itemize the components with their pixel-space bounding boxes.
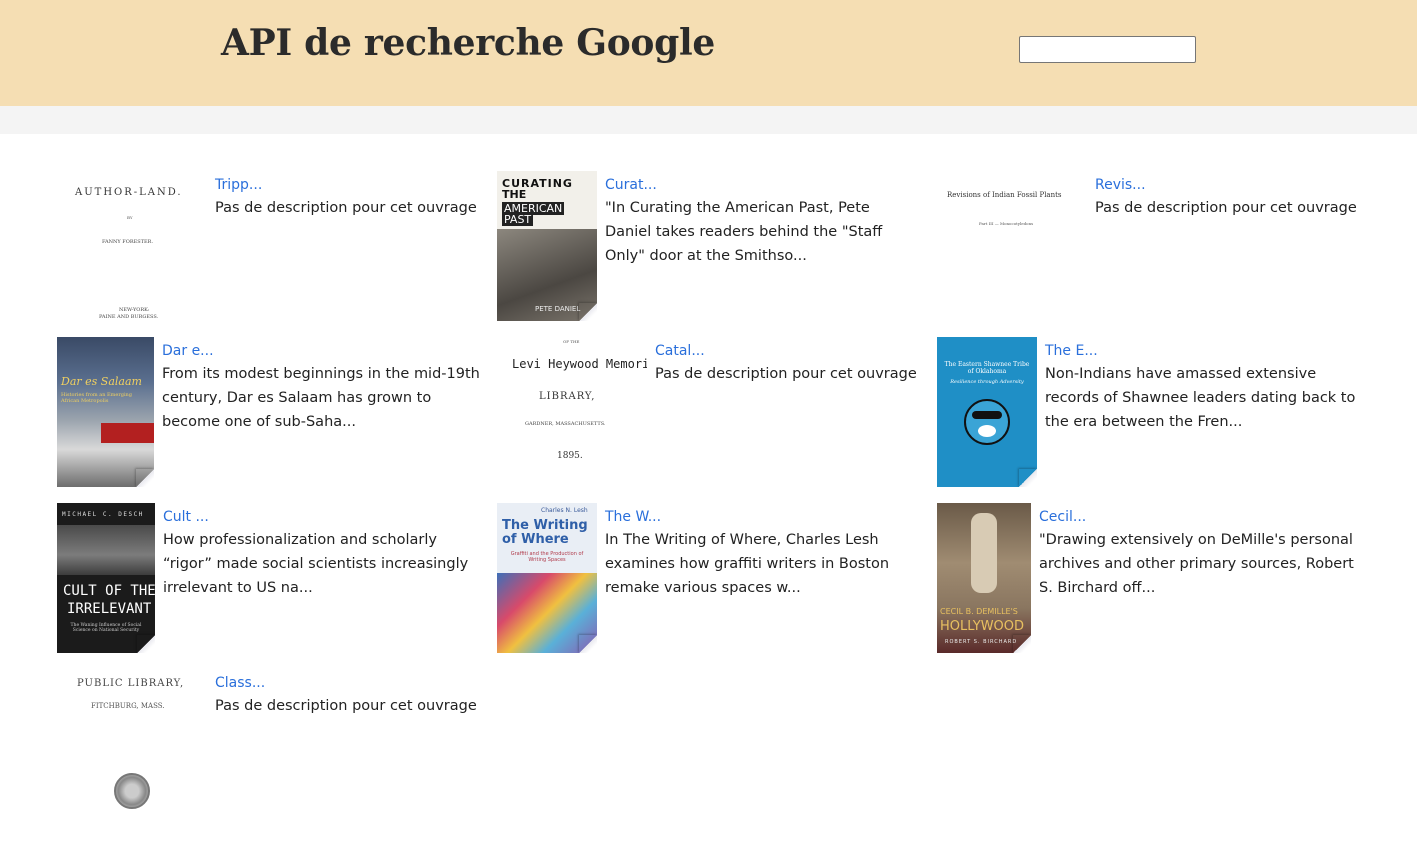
book-cover[interactable]: CURATING THE AMERICAN PAST PETE DANIEL — [497, 171, 597, 321]
cover-text: FANNY FORESTER. — [102, 239, 154, 245]
book-title-link[interactable]: Class... — [215, 673, 265, 693]
page-curl-icon — [579, 635, 597, 653]
cover-text: IRRELEVANT — [67, 601, 152, 617]
cover-text: Part III — Monocotyledons — [979, 221, 1034, 226]
book-title-link[interactable]: Curat... — [605, 175, 657, 195]
cover-text: AUTHOR-LAND. — [75, 187, 183, 198]
tribal-seal-icon — [964, 399, 1010, 445]
book-title-link[interactable]: The W... — [605, 507, 661, 527]
cover-text: THE — [502, 188, 527, 201]
book-card: AUTHOR-LAND. BY FANNY FORESTER. NEW-YORK… — [57, 171, 477, 321]
book-cover[interactable]: AUTHOR-LAND. BY FANNY FORESTER. NEW-YORK… — [57, 171, 207, 321]
cover-text: Histories from an Emerging African Metro… — [61, 392, 132, 404]
book-title-link[interactable]: Cecil... — [1039, 507, 1086, 527]
book-cover[interactable]: The Eastern Shawnee Tribe of Oklahoma Re… — [937, 337, 1037, 487]
book-description: "Drawing extensively on DeMille's person… — [1039, 532, 1354, 596]
page-curl-icon — [137, 635, 155, 653]
cover-text: ROBERT S. BIRCHARD — [945, 639, 1018, 645]
search-input[interactable] — [1019, 36, 1196, 63]
book-description: Pas de description pour cet ouvrage — [215, 200, 477, 216]
book-card: OF THE Levi Heywood Memorial LIBRARY, GA… — [497, 337, 917, 487]
page-curl-icon — [136, 469, 154, 487]
book-description: Non-Indians have amassed extensive recor… — [1045, 366, 1356, 430]
book-title-link[interactable]: Revis... — [1095, 175, 1146, 195]
cover-figure — [971, 513, 997, 593]
library-seal-icon — [114, 773, 150, 809]
book-card: Revisions of Indian Fossil Plants Part I… — [937, 171, 1367, 321]
cover-text: Dar es Salaam — [61, 375, 142, 388]
book-description: "In Curating the American Past, Pete Dan… — [605, 200, 883, 264]
book-description: How professionalization and scholarly “r… — [163, 532, 469, 596]
cover-text: 1895. — [557, 451, 583, 461]
page-curl-icon — [1019, 469, 1037, 487]
cover-label-box — [101, 423, 154, 443]
book-description: Pas de description pour cet ouvrage — [215, 698, 477, 714]
book-card: The Eastern Shawnee Tribe of Oklahoma Re… — [937, 337, 1367, 487]
cover-text: Resilience through Adversity — [950, 379, 1024, 385]
book-card: Dar es Salaam Histories from an Emerging… — [57, 337, 487, 487]
cover-text: NEW-YORK: — [119, 307, 150, 313]
book-cover[interactable]: CECIL B. DEMILLE'S HOLLYWOOD ROBERT S. B… — [937, 503, 1031, 653]
page-title: API de recherche Google — [221, 22, 715, 64]
cover-text: Charles N. Lesh — [541, 507, 588, 514]
cover-text: CECIL B. DEMILLE'S — [940, 607, 1018, 616]
book-cover[interactable]: MICHAEL C. DESCH CULT OF THE IRRELEVANT … — [57, 503, 155, 653]
book-title-link[interactable]: The E... — [1045, 341, 1098, 361]
cover-text: GARDNER, MASSACHUSETTS. — [525, 421, 606, 427]
cover-text: The Eastern Shawnee Tribe of Oklahoma — [944, 361, 1030, 375]
cover-text: The Writing of Where — [502, 518, 588, 547]
cover-text: CULT OF THE — [63, 583, 155, 599]
book-card: CURATING THE AMERICAN PAST PETE DANIEL C… — [497, 171, 917, 321]
header-divider-band — [0, 106, 1417, 134]
book-description: Pas de description pour cet ouvrage — [1095, 200, 1357, 216]
book-cover[interactable]: Charles N. Lesh The Writing of Where Gra… — [497, 503, 597, 653]
book-cover[interactable]: OF THE Levi Heywood Memorial LIBRARY, GA… — [497, 337, 647, 487]
book-description: From its modest beginnings in the mid-19… — [162, 366, 480, 430]
page-header: API de recherche Google — [0, 0, 1417, 106]
book-description: In The Writing of Where, Charles Lesh ex… — [605, 532, 890, 596]
cover-text: Levi Heywood Memorial — [512, 357, 647, 371]
book-cover[interactable]: PUBLIC LIBRARY, FITCHBURG, MASS. — [57, 669, 207, 819]
book-cover[interactable]: Dar es Salaam Histories from an Emerging… — [57, 337, 154, 487]
book-cover[interactable]: Revisions of Indian Fossil Plants Part I… — [937, 171, 1087, 321]
page-curl-icon — [579, 303, 597, 321]
cover-photo — [57, 525, 155, 575]
cover-text: PAST — [502, 213, 534, 226]
book-title-link[interactable]: Tripp... — [215, 175, 262, 195]
book-title-link[interactable]: Catal... — [655, 341, 705, 361]
cover-text: PETE DANIEL — [535, 305, 581, 313]
book-title-link[interactable]: Dar e... — [162, 341, 214, 361]
cover-text: PUBLIC LIBRARY, — [77, 678, 185, 689]
seal-panther-shape — [972, 411, 1002, 419]
cover-text: The Waning Influence of Social Science o… — [70, 623, 142, 633]
cover-text: PAINE AND BURGESS. — [99, 314, 159, 320]
cover-text: FITCHBURG, MASS. — [91, 702, 165, 710]
cover-text: LIBRARY, — [539, 391, 596, 402]
book-card: MICHAEL C. DESCH CULT OF THE IRRELEVANT … — [57, 503, 487, 653]
cover-text: BY — [127, 215, 133, 220]
book-description: Pas de description pour cet ouvrage — [655, 366, 917, 382]
book-card: Charles N. Lesh The Writing of Where Gra… — [497, 503, 917, 653]
cover-text: Graffiti and the Production of Writing S… — [510, 551, 584, 563]
cover-text: HOLLYWOOD — [940, 619, 1025, 634]
book-card: PUBLIC LIBRARY, FITCHBURG, MASS. Class..… — [57, 669, 477, 819]
page-curl-icon — [1013, 635, 1031, 653]
book-title-link[interactable]: Cult ... — [163, 507, 209, 527]
cover-text: MICHAEL C. DESCH — [62, 511, 144, 518]
book-card: CECIL B. DEMILLE'S HOLLYWOOD ROBERT S. B… — [937, 503, 1367, 653]
seal-bird-shape — [978, 425, 996, 437]
cover-text: OF THE — [563, 339, 580, 344]
cover-text: Revisions of Indian Fossil Plants — [947, 191, 1062, 199]
